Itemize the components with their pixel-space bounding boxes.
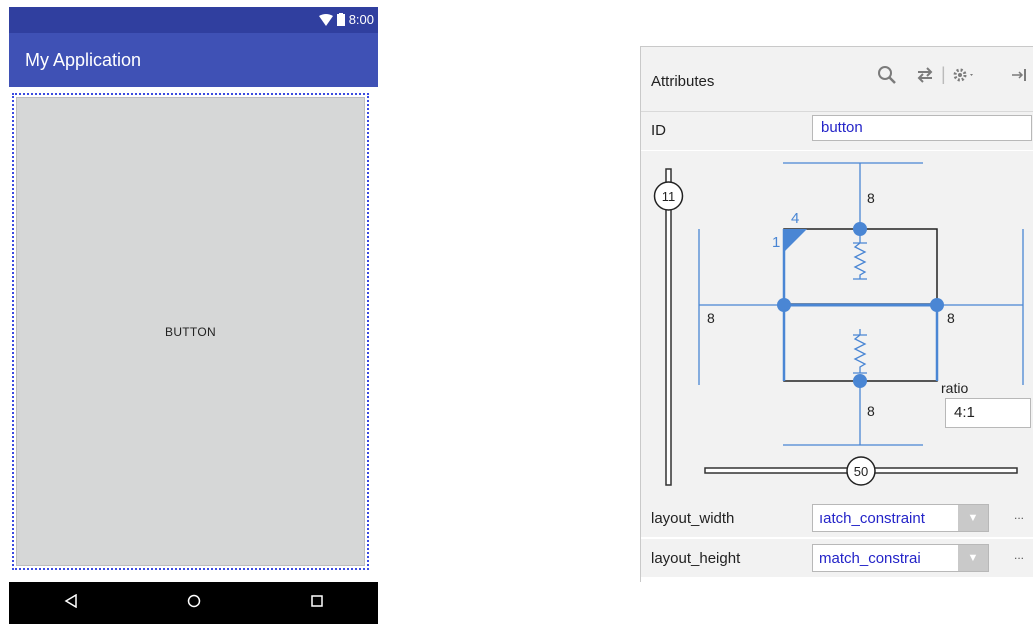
ratio-field[interactable]: 4:1 [945, 398, 1031, 428]
wifi-icon [318, 13, 333, 26]
preview-button[interactable]: BUTTON [16, 97, 365, 566]
ratio-label: ratio [941, 380, 968, 396]
bottom-margin-value: 8 [867, 403, 875, 419]
battery-icon [336, 13, 345, 26]
right-margin-value: 8 [947, 310, 955, 326]
back-triangle-icon[interactable] [51, 593, 91, 613]
layout-height-label: layout_height [651, 550, 741, 567]
home-circle-icon[interactable] [174, 594, 214, 613]
vertical-bias-knob[interactable]: 11 [653, 181, 684, 211]
top-margin-value: 8 [867, 190, 875, 206]
app-bar: My Application [9, 33, 378, 87]
bottom-spring [853, 329, 867, 374]
id-field-value: button [821, 119, 863, 136]
id-field[interactable]: button [812, 115, 1032, 141]
horizontal-bias-knob[interactable]: 50 [846, 456, 876, 486]
layout-width-row: layout_width ıatch_constraint ▼ ... [641, 499, 1033, 537]
top-spring [853, 231, 867, 280]
panel-title: Attributes [651, 73, 715, 90]
phone-preview: 8:00 My Application BUTTON [9, 7, 378, 624]
layout-height-value: match_constrai [819, 550, 921, 567]
left-margin-value: 8 [707, 310, 715, 326]
layout-height-dropdown[interactable]: match_constrai ▼ [812, 544, 989, 572]
id-label: ID [651, 122, 666, 139]
layout-height-row: layout_height match_constrai ▼ ... [641, 539, 1033, 577]
layout-height-more-button[interactable]: ... [1014, 548, 1024, 562]
app-title: My Application [25, 50, 142, 70]
ratio-corner-marker [784, 229, 807, 252]
constraint-diagram: 11 50 8 8 8 8 ratio 4 1 [653, 162, 1024, 486]
bottom-anchor [853, 374, 867, 388]
layout-width-more-button[interactable]: ... [1014, 508, 1024, 522]
search-icon[interactable] [877, 65, 897, 90]
hide-panel-icon[interactable] [1010, 65, 1030, 90]
navigation-bar [9, 582, 378, 624]
gear-dropdown-icon[interactable] [951, 65, 977, 90]
vertical-bias-track [665, 168, 672, 486]
status-time: 8:00 [348, 12, 374, 27]
left-anchor [777, 298, 791, 312]
layout-width-value: ıatch_constraint [819, 510, 925, 527]
constraint-inspector: 11 50 8 8 8 8 ratio 4 1 [641, 151, 1033, 507]
attributes-panel: Attributes | ID button 11 50 8 8 8 8 rat… [640, 46, 1033, 582]
recents-square-icon[interactable] [297, 594, 337, 613]
right-anchor [930, 298, 944, 312]
horizontal-bias-value: 50 [854, 464, 868, 479]
button-selection-frame[interactable]: BUTTON [12, 93, 369, 570]
ratio-numerator: 4 [791, 210, 799, 227]
chevron-down-icon[interactable]: ▼ [958, 505, 988, 531]
content-area: BUTTON [9, 87, 378, 582]
top-anchor [853, 222, 867, 236]
preview-button-label: BUTTON [165, 324, 216, 339]
ratio-field-value: 4:1 [954, 404, 975, 421]
layout-width-label: layout_width [651, 510, 735, 527]
panel-header: Attributes | [641, 47, 1033, 112]
status-bar: 8:00 [9, 7, 378, 33]
swap-arrows-icon[interactable] [915, 65, 935, 90]
toolbar-divider: | [941, 64, 946, 84]
ratio-denominator: 1 [772, 234, 780, 251]
layout-width-dropdown[interactable]: ıatch_constraint ▼ [812, 504, 989, 532]
chevron-down-icon[interactable]: ▼ [958, 545, 988, 571]
vertical-bias-value: 11 [662, 189, 676, 204]
